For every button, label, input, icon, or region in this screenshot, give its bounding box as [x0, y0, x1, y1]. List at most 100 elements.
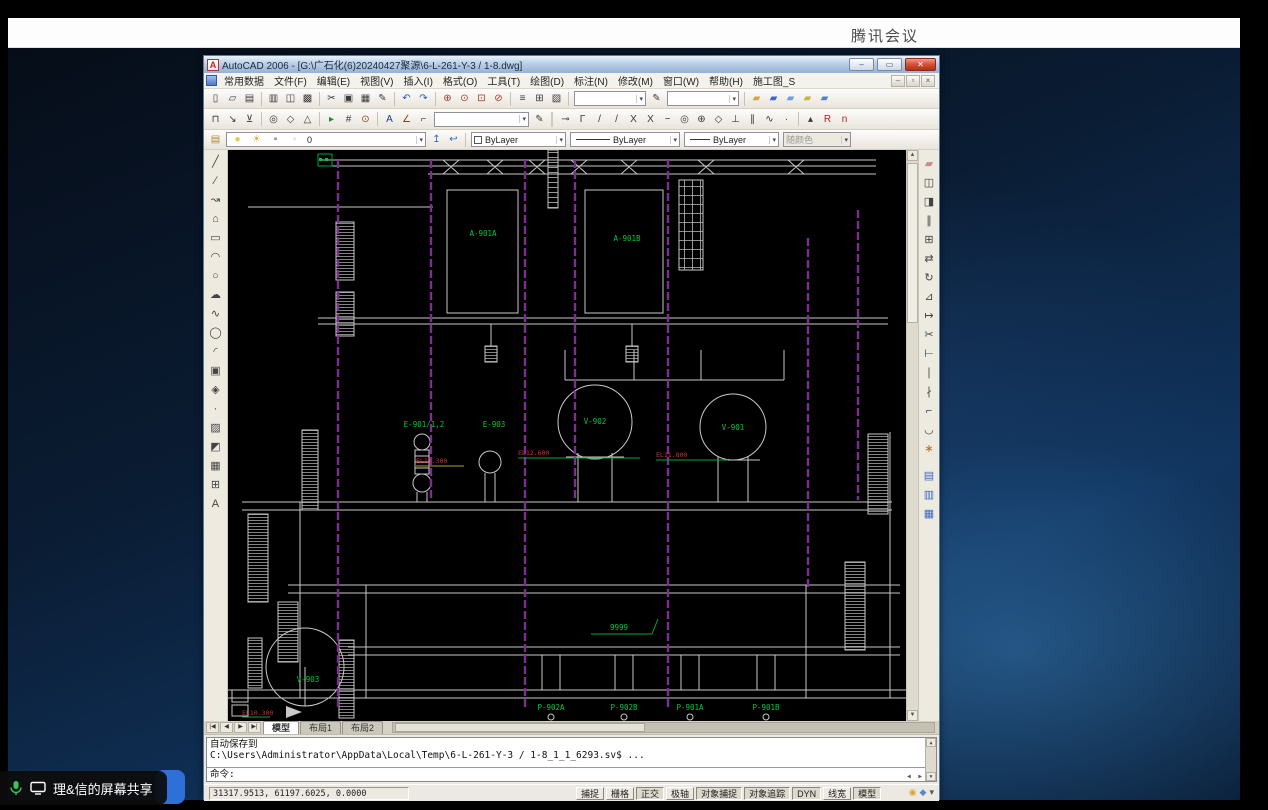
hatch-button[interactable]: ▨: [206, 418, 225, 437]
layer-lock-icon[interactable]: ▪: [267, 132, 284, 148]
osnap-track-icon[interactable]: ⊸: [557, 111, 574, 127]
erase-button[interactable]: ▰: [919, 154, 938, 173]
toolbar-grip[interactable]: [551, 112, 554, 127]
notes-icon[interactable]: n: [836, 111, 853, 127]
osnap-extension-icon[interactable]: −: [659, 111, 676, 127]
mtext-button[interactable]: A: [206, 494, 225, 513]
quick-dim-combo[interactable]: ▾: [434, 112, 529, 127]
osnap-endpoint-icon[interactable]: /: [591, 111, 608, 127]
redline-icon[interactable]: R: [819, 111, 836, 127]
ellipse-arc-button[interactable]: ◜: [206, 342, 225, 361]
point-button[interactable]: ·: [206, 399, 225, 418]
quick-dim-edit-button[interactable]: ✎: [531, 111, 548, 127]
tool-palettes-button[interactable]: ▧: [548, 91, 565, 107]
layer-freeze-icon[interactable]: ☀: [248, 132, 265, 148]
sheet-icon-4[interactable]: ▰: [799, 91, 816, 107]
status-toggle-模型[interactable]: 模型: [853, 787, 881, 800]
tab-布局1[interactable]: 布局1: [300, 721, 341, 734]
mirror-button[interactable]: ◨: [919, 192, 938, 211]
layer-manager-button[interactable]: ▤: [207, 132, 224, 148]
text-style-combo[interactable]: ▾: [574, 91, 646, 106]
polygon-button[interactable]: ⌂: [206, 209, 225, 228]
copy-button[interactable]: ▣: [340, 91, 357, 107]
communication-center-icon[interactable]: ◉: [909, 787, 917, 798]
tab-next-button[interactable]: ▶: [234, 722, 247, 733]
drawing-canvas[interactable]: A-901AA-901BE-901/1,2E-903V-902V-901V-90…: [228, 150, 906, 721]
linetype-combo[interactable]: ByLayer ▾: [570, 132, 680, 147]
zoom-previous-button[interactable]: ⊘: [490, 91, 507, 107]
line-button[interactable]: ╱: [206, 152, 225, 171]
status-toggle-正交[interactable]: 正交: [636, 787, 664, 800]
menu-item-12[interactable]: 施工图_S: [748, 73, 800, 88]
osnap-settings-icon[interactable]: ▴: [802, 111, 819, 127]
paste-button[interactable]: ▦: [357, 91, 374, 107]
grid-icon[interactable]: #: [340, 111, 357, 127]
menu-item-3[interactable]: 视图(V): [355, 73, 398, 88]
status-toggle-DYN[interactable]: DYN: [792, 787, 821, 800]
layer-previous-button[interactable]: ↩: [445, 132, 462, 148]
osnap-node-icon[interactable]: ·: [778, 111, 795, 127]
status-toggle-对象追踪[interactable]: 对象追踪: [744, 787, 790, 800]
hscrollbar-thumb[interactable]: [395, 723, 645, 732]
sheet-icon-3[interactable]: ▰: [782, 91, 799, 107]
scroll-up-icon[interactable]: ▲: [926, 738, 936, 747]
revcloud-button[interactable]: ☁: [206, 285, 225, 304]
menu-item-5[interactable]: 格式(O): [438, 73, 482, 88]
menu-item-0[interactable]: 常用数据: [219, 73, 269, 88]
new-button[interactable]: ▯: [207, 91, 224, 107]
menu-item-2[interactable]: 编辑(E): [312, 73, 355, 88]
plot-button[interactable]: ▥: [265, 91, 282, 107]
gradient-button[interactable]: ◩: [206, 437, 225, 456]
command-hscroll-arrows[interactable]: ◀ ▶: [907, 773, 924, 780]
open-button[interactable]: ▱: [224, 91, 241, 107]
minimize-button[interactable]: –: [849, 58, 874, 71]
status-toggle-极轴[interactable]: 极轴: [666, 787, 694, 800]
pan-button[interactable]: ⊕: [439, 91, 456, 107]
osnap-parallel-icon[interactable]: ∥: [744, 111, 761, 127]
save-button[interactable]: ▤: [241, 91, 258, 107]
scroll-up-icon[interactable]: ▲: [907, 150, 918, 161]
insert-block-button[interactable]: ▣: [206, 361, 225, 380]
osnap-apparent-icon[interactable]: X: [642, 111, 659, 127]
color-combo[interactable]: ByLayer ▾: [471, 132, 566, 147]
table-button[interactable]: ⊞: [206, 475, 225, 494]
layer-flag-icon[interactable]: ▸: [323, 111, 340, 127]
zoom-window-button[interactable]: ⊡: [473, 91, 490, 107]
dropdown-arrow-icon[interactable]: ▾: [519, 115, 526, 123]
scale-button[interactable]: ⊿: [919, 287, 938, 306]
toolbar-lock-icon[interactable]: ◆: [920, 787, 927, 798]
stretch-button[interactable]: ↦: [919, 306, 938, 325]
status-toggle-对象捕捉[interactable]: 对象捕捉: [696, 787, 742, 800]
sheet-icon-5[interactable]: ▰: [816, 91, 833, 107]
osnap-from-icon[interactable]: Γ: [574, 111, 591, 127]
copy-button[interactable]: ◫: [919, 173, 938, 192]
snap-midpoint-icon[interactable]: ⊻: [241, 111, 258, 127]
osnap-center-icon[interactable]: ◎: [676, 111, 693, 127]
close-button[interactable]: ✕: [905, 58, 936, 71]
status-toggle-栅格[interactable]: 栅格: [606, 787, 634, 800]
properties-button[interactable]: ≡: [514, 91, 531, 107]
ellipse-button[interactable]: ◯: [206, 323, 225, 342]
command-window[interactable]: 自动保存到 C:\Users\Administrator\AppData\Loc…: [206, 737, 937, 782]
restore-button[interactable]: ▭: [877, 58, 902, 71]
tab-last-button[interactable]: ▶|: [248, 722, 261, 733]
tab-first-button[interactable]: |◀: [206, 722, 219, 733]
construction-line-button[interactable]: ∕: [206, 171, 225, 190]
text-tool-icon[interactable]: A: [381, 111, 398, 127]
osnap-tangent-icon[interactable]: ◇: [710, 111, 727, 127]
extend-button[interactable]: ⊢: [919, 344, 938, 363]
make-object-layer-current-button[interactable]: ↥: [428, 132, 445, 148]
polyline-button[interactable]: ↝: [206, 190, 225, 209]
ucs-icon[interactable]: ⊓: [207, 111, 224, 127]
chamfer-button[interactable]: ⌐: [919, 401, 938, 420]
fillet-button[interactable]: ◡: [919, 420, 938, 439]
undo-button[interactable]: ↶: [398, 91, 415, 107]
menu-item-6[interactable]: 工具(T): [482, 73, 525, 88]
doc-minimize-button[interactable]: –: [891, 75, 905, 87]
snap-node-icon[interactable]: ⊙: [357, 111, 374, 127]
scrollbar-thumb[interactable]: [907, 163, 918, 323]
circle-button[interactable]: ○: [206, 266, 225, 285]
draworder-above-button[interactable]: ▦: [919, 504, 938, 523]
command-scrollbar[interactable]: ▲ ▼: [925, 738, 936, 781]
snap-from-icon[interactable]: ↘: [224, 111, 241, 127]
